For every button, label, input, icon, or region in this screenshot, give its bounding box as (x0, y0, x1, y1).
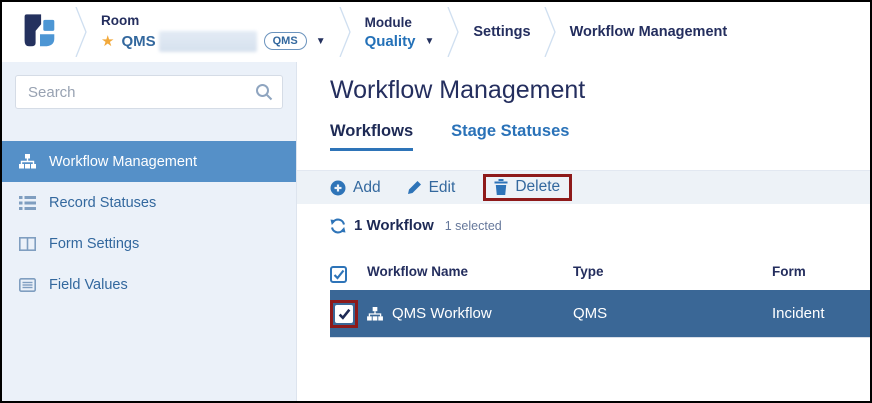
sidebar-item-label: Record Statuses (49, 194, 157, 211)
pencil-icon (407, 180, 422, 195)
module-label: Module (364, 14, 412, 30)
checkmark-icon (333, 269, 344, 280)
search-box (15, 75, 283, 109)
annotation-delete-highlight: Delete (483, 174, 573, 201)
cell-workflow-name: QMS Workflow (392, 305, 492, 322)
sidebar-item-field-values[interactable]: Field Values (2, 264, 296, 305)
search-input[interactable] (15, 75, 283, 109)
sidebar: Workflow Management Record Statuses Form… (2, 62, 297, 401)
tab-workflows[interactable]: Workflows (330, 122, 414, 151)
breadcrumb-workflow-management: Workflow Management (569, 24, 728, 40)
add-button[interactable]: Add (330, 179, 381, 197)
column-header-form[interactable]: Form (772, 264, 870, 279)
row-checkbox[interactable] (335, 304, 353, 323)
cell-form: Incident (772, 305, 825, 322)
table-row[interactable]: QMS Workflow QMS Incident (330, 290, 870, 338)
delete-label: Delete (515, 178, 561, 195)
checkmark-icon (338, 308, 350, 320)
list-alt-icon (19, 277, 37, 292)
sidebar-item-form-settings[interactable]: Form Settings (2, 223, 296, 264)
columns-icon (19, 236, 37, 251)
cell-type: QMS (573, 305, 608, 322)
sidebar-nav: Workflow Management Record Statuses Form… (2, 141, 296, 305)
tab-bar: Workflows Stage Statuses (330, 122, 870, 151)
room-label: Room (101, 12, 140, 28)
column-header-workflow-name[interactable]: Workflow Name (367, 264, 573, 279)
room-name: QMS (121, 32, 156, 50)
delete-button[interactable]: Delete (494, 178, 560, 196)
tab-stage-statuses[interactable]: Stage Statuses (451, 122, 569, 151)
breadcrumb-settings[interactable]: Settings (473, 24, 530, 40)
sidebar-item-workflow-management[interactable]: Workflow Management (2, 141, 296, 182)
edit-label: Edit (428, 178, 456, 196)
breadcrumb-separator-icon (543, 7, 556, 57)
sidebar-item-label: Workflow Management (49, 153, 198, 170)
chevron-down-icon[interactable]: ▼ (316, 36, 326, 47)
trash-icon (494, 179, 508, 195)
add-label: Add (353, 178, 381, 196)
chevron-down-icon[interactable]: ▼ (424, 36, 434, 47)
sidebar-item-record-statuses[interactable]: Record Statuses (2, 182, 296, 223)
table-header-row: Workflow Name Type Form (330, 252, 870, 290)
favorite-star-icon[interactable]: ★ (101, 32, 114, 50)
result-summary: 1 Workflow 1 selected (330, 217, 870, 234)
workflow-count: 1 Workflow (354, 217, 434, 234)
workflow-sitemap-icon (367, 306, 383, 321)
app-window: Room ★ QMS QMS ▼ Module Quality ▼ Settin… (0, 0, 872, 403)
toolbar: Add Edit Delete (297, 170, 870, 204)
list-icon (19, 195, 37, 210)
selected-count: 1 selected (444, 218, 502, 233)
page-title: Workflow Management (330, 76, 586, 104)
main-content: Workflow Management Workflows Stage Stat… (297, 62, 870, 401)
breadcrumb-module[interactable]: Module Quality ▼ (365, 15, 435, 50)
annotation-checkbox-highlight (330, 299, 358, 328)
refresh-icon[interactable] (330, 218, 346, 234)
room-type-badge: QMS (263, 32, 307, 50)
edit-button[interactable]: Edit (407, 178, 456, 197)
search-icon[interactable] (255, 83, 273, 101)
app-logo-icon[interactable] (18, 10, 62, 54)
sidebar-item-label: Field Values (49, 276, 128, 293)
module-value: Quality (364, 32, 416, 50)
breadcrumb-separator-icon (447, 7, 460, 57)
add-icon (330, 180, 346, 196)
sidebar-item-label: Form Settings (49, 235, 140, 252)
select-all-checkbox[interactable] (330, 265, 347, 283)
breadcrumb-room[interactable]: Room ★ QMS QMS ▼ (101, 13, 326, 52)
workflows-table: Workflow Name Type Form QMS Workflow QMS… (330, 252, 870, 338)
redacted-room-name (158, 30, 257, 52)
breadcrumb-separator-icon (338, 7, 351, 57)
sitemap-icon (19, 154, 37, 169)
breadcrumb-separator-icon (75, 7, 87, 57)
top-header: Room ★ QMS QMS ▼ Module Quality ▼ Settin… (2, 2, 870, 62)
column-header-type[interactable]: Type (573, 264, 772, 279)
